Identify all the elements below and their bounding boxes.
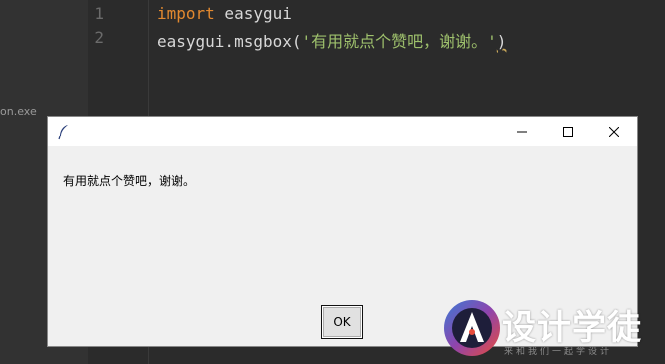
string-literal: '有用就点个赞吧，谢谢。' — [301, 32, 497, 51]
watermark-slogan: 来和我们一起学设计 — [504, 347, 613, 357]
module-name: easygui — [214, 4, 292, 23]
code-line-2[interactable]: easygui.msgbox('有用就点个赞吧，谢谢。') — [157, 28, 506, 52]
keyword-import: import — [157, 4, 215, 23]
close-icon — [609, 126, 619, 137]
code-line-1[interactable]: import easygui — [157, 4, 292, 23]
dialog-message: 有用就点个赞吧，谢谢。 — [63, 174, 196, 188]
minimize-icon — [517, 131, 527, 132]
sidebar-file-item[interactable]: on.exe — [0, 105, 37, 118]
close-button[interactable] — [591, 117, 637, 146]
maximize-button[interactable] — [545, 117, 591, 146]
maximize-icon — [563, 126, 573, 137]
watermark: 设计学徒 来和我们一起学设计 — [442, 296, 665, 364]
feather-icon — [58, 125, 68, 140]
dialog-titlebar[interactable] — [48, 117, 637, 146]
brand-logo-icon — [444, 300, 500, 356]
ok-button[interactable]: OK — [321, 305, 363, 339]
line-number-2: 2 — [94, 28, 104, 47]
minimize-button[interactable] — [499, 117, 545, 146]
closing-paren: ) — [496, 32, 507, 51]
call-prefix: easygui.msgbox( — [157, 32, 302, 51]
line-number-1: 1 — [94, 4, 104, 23]
watermark-brand: 设计学徒 — [502, 308, 642, 348]
